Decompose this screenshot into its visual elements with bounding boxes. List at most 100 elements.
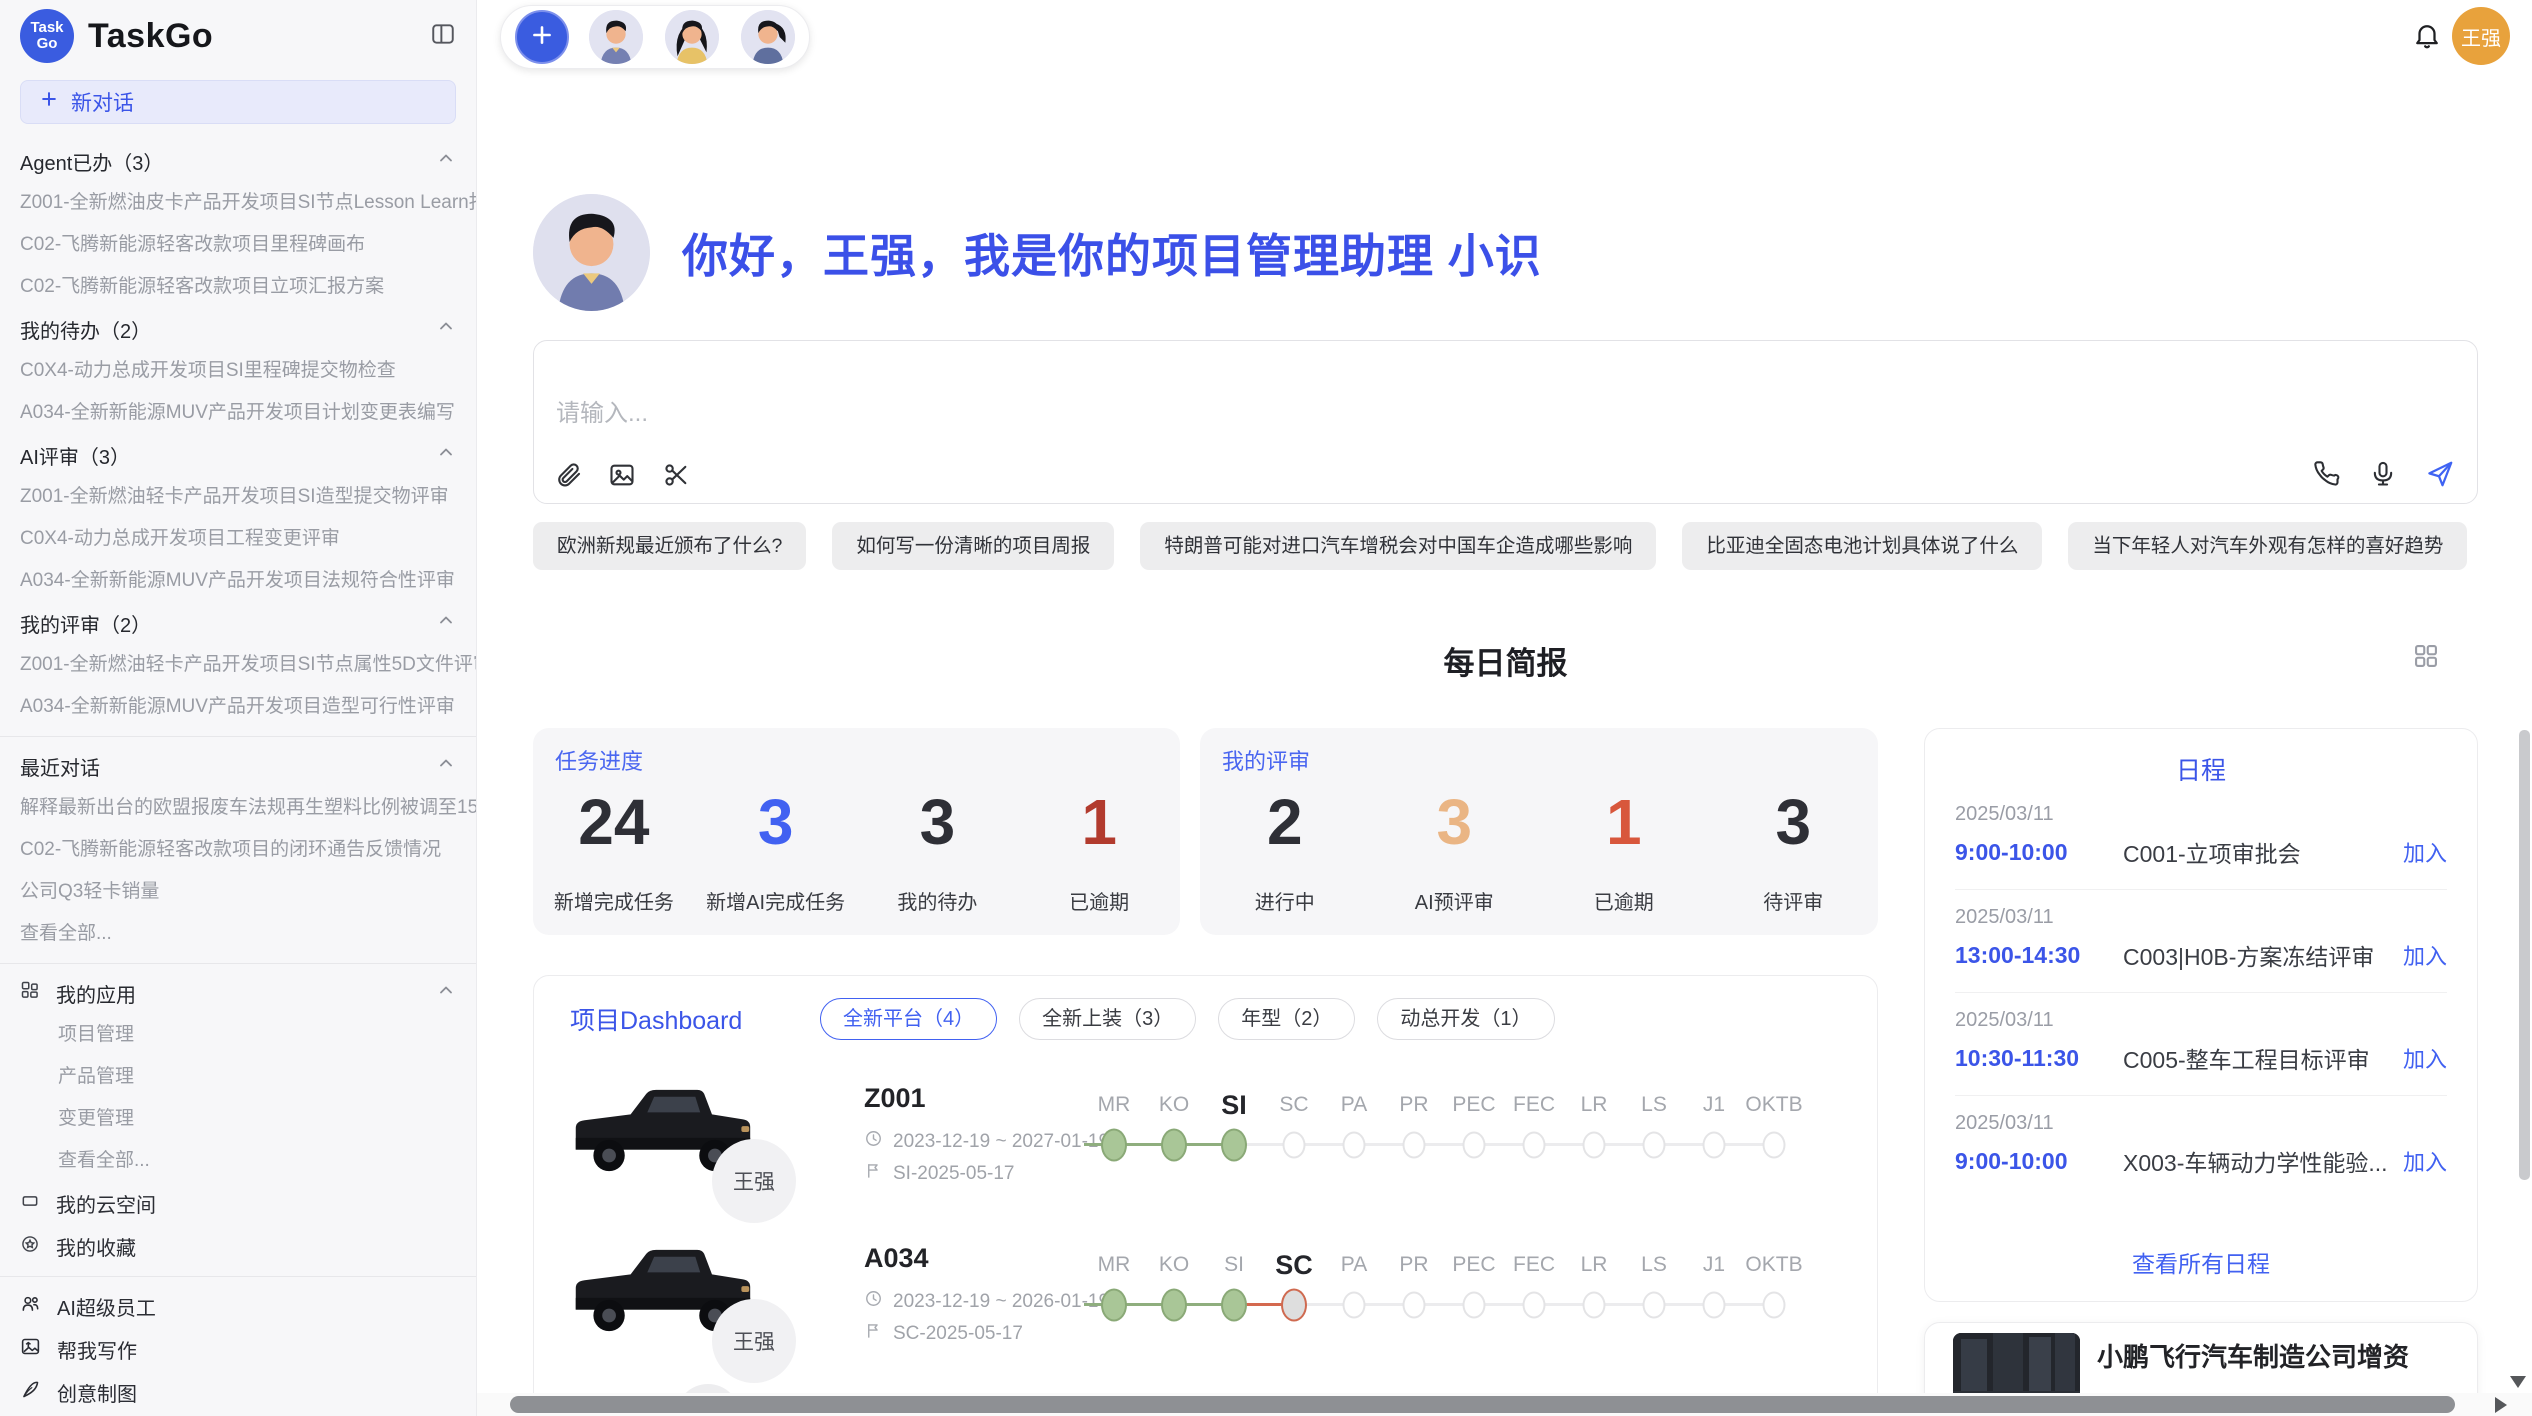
briefing-card: 我的评审2进行中3AI预评审1已逾期3待评审 xyxy=(1200,728,1878,935)
dashboard-filters: 全新平台（4） 全新上装（3） 年型（2） 动总开发（1） xyxy=(820,998,1555,1040)
agent-avatar[interactable] xyxy=(665,10,719,64)
sidebar-footer-drawing[interactable]: 创意制图 xyxy=(0,1371,476,1414)
paperclip-icon[interactable] xyxy=(554,461,582,489)
agent-avatar[interactable] xyxy=(589,10,643,64)
sidebar-item-cloud-space[interactable]: 我的云空间 xyxy=(0,1182,476,1225)
user-avatar[interactable]: 王强 xyxy=(2452,7,2510,65)
event-main-row: 10:30-11:30C005-整车工程目标评审加入 xyxy=(1955,1035,2447,1081)
recent-conversation-item[interactable]: 公司Q3轻卡销量 xyxy=(0,871,476,913)
chevron-up-icon xyxy=(436,148,456,174)
event-join-link[interactable]: 加入 xyxy=(2403,939,2447,971)
sidebar-item-favorites[interactable]: 我的收藏 xyxy=(0,1225,476,1268)
suggestion-chip[interactable]: 当下年轻人对汽车外观有怎样的喜好趋势 xyxy=(2068,522,2467,570)
sidebar-collapse-button[interactable] xyxy=(430,21,456,52)
milestone-node xyxy=(1643,1292,1666,1319)
sidebar-footer-writing[interactable]: 帮我写作 xyxy=(0,1328,476,1371)
milestone-label: PR xyxy=(1384,1247,1444,1283)
app-item[interactable]: 产品管理 xyxy=(0,1056,476,1098)
bell-icon xyxy=(2412,37,2442,54)
apps-view-all-link[interactable]: 查看全部... xyxy=(0,1140,476,1182)
chevron-up-icon xyxy=(436,610,456,636)
image-icon[interactable] xyxy=(608,461,636,489)
sidebar-section-recent-label: 最近对话 xyxy=(20,752,436,781)
milestone-node xyxy=(1523,1132,1546,1159)
sidebar-section-3[interactable]: 我的评审（2） xyxy=(0,602,476,644)
sidebar-item[interactable]: Z001-全新燃油轻卡产品开发项目SI节点属性5D文件评审 xyxy=(0,644,476,686)
event-main-row: 9:00-10:00X003-车辆动力学性能验...加入 xyxy=(1955,1138,2447,1184)
milestone: FEC xyxy=(1504,1247,1564,1327)
clock-icon xyxy=(864,1129,883,1154)
sidebar-item[interactable]: C0X4-动力总成开发项目SI里程碑提交物检查 xyxy=(0,350,476,392)
event-join-link[interactable]: 加入 xyxy=(2403,1145,2447,1177)
chevron-up-icon xyxy=(436,753,456,779)
horizontal-scrollbar-thumb[interactable] xyxy=(510,1396,2455,1413)
milestone-label: OKTB xyxy=(1744,1087,1804,1123)
sidebar-section-apps[interactable]: 我的应用 xyxy=(0,972,476,1014)
app-item[interactable]: 项目管理 xyxy=(0,1014,476,1056)
event-join-link[interactable]: 加入 xyxy=(2403,836,2447,868)
dashboard-filter-pill[interactable]: 全新平台（4） xyxy=(820,998,997,1040)
milestone: PA xyxy=(1324,1087,1384,1167)
milestone: PR xyxy=(1384,1087,1444,1167)
chat-input[interactable] xyxy=(554,399,1724,429)
sidebar-item[interactable]: A034-全新新能源MUV产品开发项目计划变更表编写 xyxy=(0,392,476,434)
stat-value: 1 xyxy=(1539,790,1709,854)
phone-icon[interactable] xyxy=(2313,460,2341,488)
milestone-node xyxy=(1463,1292,1486,1319)
scroll-right-arrow-icon[interactable] xyxy=(2495,1397,2507,1413)
agent-avatar[interactable] xyxy=(741,10,795,64)
notifications-button[interactable] xyxy=(2412,20,2442,55)
dashboard-filter-pill[interactable]: 全新上装（3） xyxy=(1019,998,1196,1040)
project-flag-text: SC-2025-05-17 xyxy=(893,1323,1023,1345)
sidebar-footer-ai-staff[interactable]: AI超级员工 xyxy=(0,1285,476,1328)
recent-conversation-item[interactable]: 解释最新出台的欧盟报废车法规再生塑料比例被调至15%... xyxy=(0,787,476,829)
sidebar-section-1[interactable]: 我的待办（2） xyxy=(0,308,476,350)
sidebar-item[interactable]: Z001-全新燃油轻卡产品开发项目SI造型提交物评审 xyxy=(0,476,476,518)
schedule-view-all-link[interactable]: 查看所有日程 xyxy=(1925,1245,2477,1279)
agent-switcher xyxy=(500,5,810,69)
sidebar-item[interactable]: Z001-全新燃油皮卡产品开发项目SI节点Lesson Learn报告 xyxy=(0,182,476,224)
vertical-scrollbar-thumb[interactable] xyxy=(2519,730,2530,1180)
dashboard-filter-pill[interactable]: 年型（2） xyxy=(1218,998,1355,1040)
milestone: PEC xyxy=(1444,1247,1504,1327)
recent-view-all-link[interactable]: 查看全部... xyxy=(0,913,476,955)
chevron-up-icon xyxy=(436,980,456,1006)
suggestion-chip[interactable]: 比亚迪全固态电池计划具体说了什么 xyxy=(1682,522,2042,570)
briefing-layout-button[interactable] xyxy=(2412,642,2440,675)
sidebar-section-2[interactable]: AI评审（3） xyxy=(0,434,476,476)
scissors-icon[interactable] xyxy=(662,461,690,489)
send-icon[interactable] xyxy=(2425,459,2455,489)
sidebar-item[interactable]: C0X4-动力总成开发项目工程变更评审 xyxy=(0,518,476,560)
flag-icon xyxy=(864,1321,883,1346)
sidebar-section-recent[interactable]: 最近对话 xyxy=(0,745,476,787)
project-flag-text: SI-2025-05-17 xyxy=(893,1163,1014,1185)
milestone-node-area xyxy=(1444,1123,1504,1167)
sidebar-section-0[interactable]: Agent已办（3） xyxy=(0,140,476,182)
suggestion-chip[interactable]: 欧洲新规最近颁布了什么? xyxy=(533,522,806,570)
recent-conversation-item[interactable]: C02-飞腾新能源轻客改款项目的闭环通告反馈情况 xyxy=(0,829,476,871)
sidebar-item[interactable]: C02-飞腾新能源轻客改款项目立项汇报方案 xyxy=(0,266,476,308)
microphone-icon[interactable] xyxy=(2369,460,2397,488)
stat-label: 进行中 xyxy=(1200,886,1370,915)
milestone-node-area xyxy=(1264,1283,1324,1327)
sidebar-item[interactable]: A034-全新新能源MUV产品开发项目造型可行性评审 xyxy=(0,686,476,728)
briefing-title: 每日简报 xyxy=(533,638,2478,683)
new-chat-button[interactable]: 新对话 xyxy=(20,80,456,124)
cloud-space-icon xyxy=(20,1191,40,1217)
event-join-link[interactable]: 加入 xyxy=(2403,1042,2447,1074)
suggestion-chip[interactable]: 如何写一份清晰的项目周报 xyxy=(832,522,1114,570)
milestone-node xyxy=(1161,1129,1187,1162)
sidebar-item[interactable]: C02-飞腾新能源轻客改款项目里程碑画布 xyxy=(0,224,476,266)
suggestion-chip[interactable]: 特朗普可能对进口汽车增税会对中国车企造成哪些影响 xyxy=(1140,522,1656,570)
sidebar-header: Task Go TaskGo xyxy=(0,0,476,72)
scroll-down-arrow-icon[interactable] xyxy=(2510,1376,2526,1388)
app-item[interactable]: 变更管理 xyxy=(0,1098,476,1140)
milestone-node-area xyxy=(1744,1283,1804,1327)
milestone-node-area xyxy=(1564,1283,1624,1327)
add-agent-button[interactable] xyxy=(515,10,569,64)
stat: 3AI预评审 xyxy=(1370,790,1540,915)
dashboard-filter-pill[interactable]: 动总开发（1） xyxy=(1377,998,1554,1040)
milestone-node-area xyxy=(1624,1283,1684,1327)
stat-value: 3 xyxy=(857,790,1019,854)
sidebar-item[interactable]: A034-全新新能源MUV产品开发项目法规符合性评审 xyxy=(0,560,476,602)
